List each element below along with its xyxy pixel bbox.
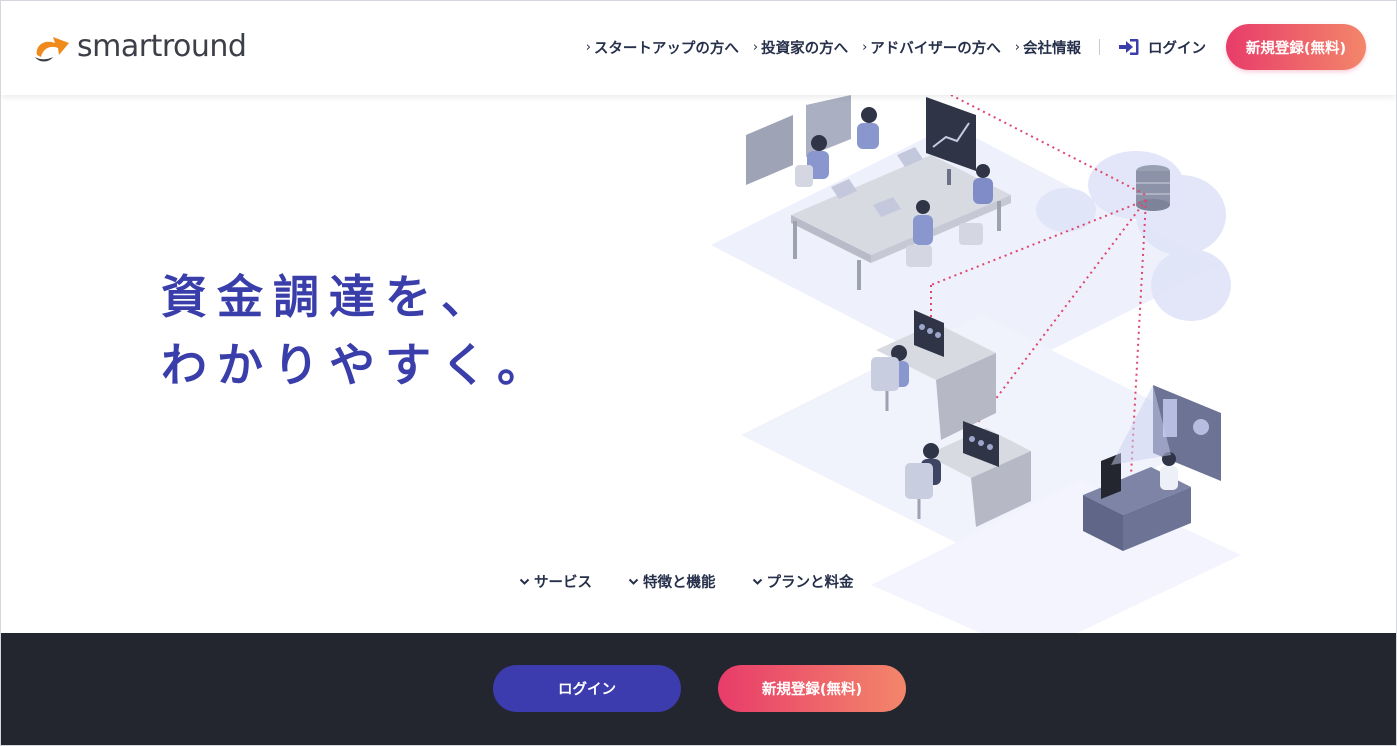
hero-section: 資金調達を、 わかりやすく。 サービス 特徴と機能 プランと料金 xyxy=(1,95,1396,633)
page-frame: smartround › スタートアップの方へ › 投資家の方へ › アドバイザ… xyxy=(0,0,1397,746)
nav-advisor-label: アドバイザーの方へ xyxy=(870,40,1001,57)
nav-startup-link[interactable]: › スタートアップの方へ xyxy=(586,37,739,58)
logo-wordmark: smartround xyxy=(77,29,247,64)
chevron-right-icon: › xyxy=(585,39,591,55)
nav-divider xyxy=(1099,39,1100,55)
chevron-right-icon: › xyxy=(862,39,868,55)
anchor-features[interactable]: 特徴と機能 xyxy=(628,571,716,592)
headline-line-2: わかりやすく。 xyxy=(161,338,553,392)
logo-arrow-icon xyxy=(35,37,69,62)
bottom-signup-button[interactable]: 新規登録(無料) xyxy=(718,665,906,712)
headline-line-1: 資金調達を、 xyxy=(161,270,497,324)
smartround-logo[interactable]: smartround xyxy=(31,29,247,65)
chevron-down-icon xyxy=(628,578,639,585)
site-header: smartround › スタートアップの方へ › 投資家の方へ › アドバイザ… xyxy=(1,1,1396,95)
database-icon xyxy=(1136,165,1170,211)
bottom-cta-bar: ログイン 新規登録(無料) xyxy=(1,633,1396,745)
main-nav: › スタートアップの方へ › 投資家の方へ › アドバイザーの方へ › 会社情報 xyxy=(572,23,1366,71)
anchor-features-label: 特徴と機能 xyxy=(643,575,716,591)
anchor-pricing[interactable]: プランと料金 xyxy=(752,571,854,592)
anchor-service-label: サービス xyxy=(534,575,592,591)
nav-company-label: 会社情報 xyxy=(1023,40,1081,57)
nav-company-link[interactable]: › 会社情報 xyxy=(1015,37,1081,58)
chevron-down-icon xyxy=(752,578,762,585)
nav-investor-link[interactable]: › 投資家の方へ xyxy=(753,37,848,58)
nav-advisor-link[interactable]: › アドバイザーの方へ xyxy=(862,37,1001,58)
header-login-label: ログイン xyxy=(1148,40,1206,57)
chevron-right-icon: › xyxy=(1014,39,1020,55)
anchor-pricing-label: プランと料金 xyxy=(766,575,854,591)
hero-headline: 資金調達を、 わかりやすく。 xyxy=(161,263,553,399)
header-signup-button[interactable]: 新規登録(無料) xyxy=(1226,24,1366,70)
sign-in-icon xyxy=(1119,39,1139,55)
chevron-down-icon xyxy=(519,578,530,585)
bottom-login-button[interactable]: ログイン xyxy=(493,665,681,712)
header-login-link[interactable]: ログイン xyxy=(1118,37,1206,58)
anchor-service[interactable]: サービス xyxy=(519,571,592,592)
chevron-right-icon: › xyxy=(752,39,759,55)
nav-investor-label: 投資家の方へ xyxy=(761,40,849,57)
hero-isometric-illustration xyxy=(711,95,1241,633)
section-anchor-nav: サービス 特徴と機能 プランと料金 xyxy=(519,571,890,592)
nav-startup-label: スタートアップの方へ xyxy=(593,40,739,57)
